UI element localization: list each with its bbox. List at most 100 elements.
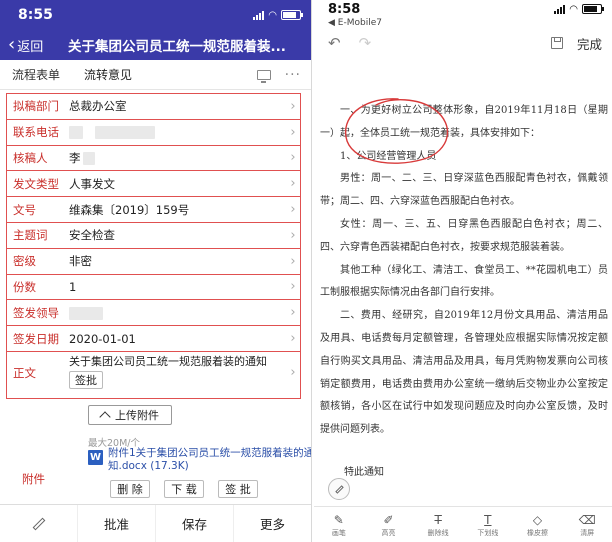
- chevron-right-icon: ›: [290, 150, 296, 166]
- doc-paragraph: 其他工种（绿化工、清洁工、食堂员工、**花园机电工）员工制服根据实际情况由各部门…: [320, 264, 608, 299]
- redacted-value: [69, 126, 83, 140]
- editor-toolbar: ↶ ↷ 完成: [314, 30, 612, 56]
- chevron-right-icon: ›: [290, 364, 296, 380]
- form-row-signer[interactable]: 签发领导 ›: [7, 300, 300, 327]
- tool-label: 高亮: [381, 528, 396, 537]
- done-button[interactable]: 完成: [577, 34, 602, 53]
- right-phone-screen: 8:58 ◠ ◀ E-Mobile7 ↶ ↷ 完成 一、为更好树立公司整体形象，…: [314, 0, 612, 542]
- body-doc-title[interactable]: 关于集团公司员工统一规范服着装的通知: [69, 355, 286, 368]
- wifi-icon: ◠: [569, 3, 578, 15]
- field-value: 维森集〔2019〕159号: [69, 202, 190, 217]
- tab-opinions[interactable]: 流转意见: [84, 66, 132, 83]
- undo-icon[interactable]: ↶: [328, 34, 341, 52]
- left-phone-screen: 8:55 ◠ ‹ 返回 关于集团公司员工统一规范服着装... 流程表单 流转意见…: [0, 0, 312, 542]
- chevron-right-icon: ›: [290, 202, 296, 218]
- field-label: 密级: [13, 254, 36, 269]
- redo-icon[interactable]: ↷: [359, 34, 372, 52]
- back-button[interactable]: ‹ 返回: [8, 36, 68, 55]
- annotation-toolbar: ✎ 画笔 ✐ 高亮 T 删除线 T 下划线 ◇ 橡皮擦 ⌫ 清屏: [314, 506, 612, 542]
- tool-eraser[interactable]: ◇ 橡皮擦: [513, 507, 563, 542]
- tool-label: 清屏: [580, 528, 595, 537]
- chevron-right-icon: ›: [290, 253, 296, 269]
- download-button[interactable]: 下 载: [164, 480, 204, 498]
- attachment-actions: 删 除 下 载 签 批: [110, 480, 258, 498]
- clear-screen-icon: ⌫: [578, 512, 596, 527]
- field-label: 签发领导: [13, 305, 59, 320]
- field-value: 总裁办公室: [69, 99, 127, 114]
- chevron-right-icon: ›: [290, 305, 296, 321]
- form-row-doc-type[interactable]: 发文类型 人事发文 ›: [7, 171, 300, 198]
- upload-arrow-icon: [99, 411, 111, 423]
- form-row-copies[interactable]: 份数 1 ›: [7, 275, 300, 301]
- sign-button[interactable]: 签 批: [218, 480, 258, 498]
- pen-icon: [334, 484, 344, 494]
- field-value: 安全检查: [69, 228, 115, 243]
- redacted-value: [69, 306, 103, 320]
- strikethrough-icon: T: [434, 512, 442, 527]
- tool-clear[interactable]: ⌫ 清屏: [562, 507, 612, 542]
- form-row-phone[interactable]: 联系电话 ›: [7, 120, 300, 146]
- chevron-right-icon: ›: [290, 331, 296, 347]
- field-value: 2020-01-01: [69, 331, 136, 346]
- field-value: [69, 125, 286, 140]
- approve-button[interactable]: 批准: [78, 505, 156, 542]
- redacted-value: [95, 126, 155, 140]
- chevron-right-icon: ›: [290, 279, 296, 295]
- status-time: 8:58: [328, 1, 361, 17]
- redacted-value: [82, 151, 95, 165]
- form-row-dept[interactable]: 拟稿部门 总裁办公室 ›: [7, 94, 300, 120]
- chevron-right-icon: ›: [290, 124, 296, 140]
- tool-label: 橡皮擦: [527, 528, 549, 537]
- upload-attachment-button[interactable]: 上传附件: [88, 404, 172, 425]
- flow-form: 拟稿部门 总裁办公室 › 联系电话 › 核稿人 李 › 发文类型 人事发文 › …: [6, 93, 301, 399]
- annotate-button[interactable]: [0, 505, 78, 542]
- body-sign-button[interactable]: 签批: [69, 370, 103, 389]
- tool-highlight[interactable]: ✐ 高亮: [364, 507, 414, 542]
- tab-bar: 流程表单 流转意见 ···: [0, 60, 311, 90]
- tool-strikethrough[interactable]: T 删除线: [413, 507, 463, 542]
- chevron-right-icon: ›: [290, 176, 296, 192]
- back-label: 返回: [17, 39, 44, 55]
- underline-icon: T: [484, 512, 492, 527]
- chevron-left-icon: ‹: [8, 34, 16, 55]
- field-value: 1: [69, 279, 77, 294]
- doc-paragraph: 女性：周一、三、五、日穿黑色西服配白色衬衣；周二、四、六穿青色西装裙配白色衬衣，…: [320, 218, 608, 253]
- highlighter-icon: ✐: [383, 512, 394, 527]
- save-button[interactable]: 保存: [156, 505, 234, 542]
- status-bar: 8:55 ◠: [0, 0, 311, 30]
- attachment-file-name[interactable]: 附件1关于集团公司员工统一规范服着装的通知.docx (17.3K): [108, 447, 311, 473]
- ink-circle-annotation: [344, 98, 449, 164]
- field-label: 联系电话: [13, 125, 59, 140]
- form-row-sign-date[interactable]: 签发日期 2020-01-01 ›: [7, 326, 300, 352]
- form-row-doc-number[interactable]: 文号 维森集〔2019〕159号 ›: [7, 197, 300, 223]
- signal-icon: [554, 4, 566, 14]
- wifi-icon: ◠: [268, 9, 277, 21]
- tab-form[interactable]: 流程表单: [12, 66, 60, 83]
- doc-signoff: 特此通知: [344, 466, 384, 478]
- tool-underline[interactable]: T 下划线: [463, 507, 513, 542]
- form-row-keywords[interactable]: 主题词 安全检查 ›: [7, 223, 300, 249]
- more-button[interactable]: 更多: [234, 505, 311, 542]
- field-label: 份数: [13, 279, 36, 294]
- attachment-label: 附件: [22, 471, 45, 486]
- field-label: 核稿人: [13, 150, 48, 165]
- attachment-file[interactable]: W 附件1关于集团公司员工统一规范服着装的通知.docx (17.3K): [88, 447, 311, 473]
- floating-pen-button[interactable]: [328, 478, 350, 500]
- signal-icon: [253, 10, 265, 20]
- tool-label: 删除线: [427, 528, 449, 537]
- form-row-secrecy[interactable]: 密级 非密 ›: [7, 249, 300, 275]
- form-row-body: 正文 关于集团公司员工统一规范服着装的通知 签批 ›: [7, 352, 300, 398]
- back-to-app-link[interactable]: ◀ E-Mobile7: [314, 18, 612, 30]
- tool-brush[interactable]: ✎ 画笔: [314, 507, 364, 542]
- form-row-reviewer[interactable]: 核稿人 李 ›: [7, 146, 300, 172]
- nav-bar: ‹ 返回 关于集团公司员工统一规范服着装...: [0, 30, 311, 60]
- monitor-icon[interactable]: [256, 69, 271, 83]
- save-icon[interactable]: [550, 37, 563, 49]
- field-label: 正文: [13, 365, 36, 380]
- delete-button[interactable]: 删 除: [110, 480, 150, 498]
- field-label: 文号: [13, 202, 36, 217]
- more-dots-icon[interactable]: ···: [285, 67, 301, 83]
- eraser-icon: ◇: [532, 512, 543, 527]
- field-label: 拟稿部门: [13, 99, 59, 114]
- battery-icon: [582, 4, 604, 14]
